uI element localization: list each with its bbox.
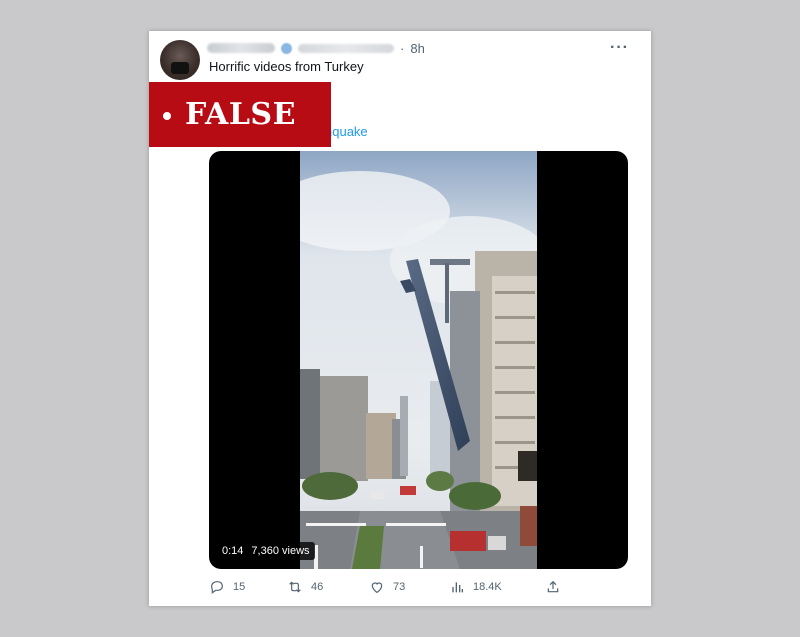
share-button[interactable] xyxy=(545,579,561,595)
verified-badge-icon xyxy=(281,42,292,54)
reply-button[interactable]: 15 xyxy=(209,579,245,595)
share-icon xyxy=(547,580,559,593)
video-duration: 0:14 xyxy=(222,545,244,557)
hashtag-link[interactable]: nquake xyxy=(325,124,368,139)
retweet-count: 46 xyxy=(311,581,324,593)
like-icon xyxy=(371,582,383,594)
bullet-dot xyxy=(163,111,171,120)
video-views: 7,360 views xyxy=(251,545,310,557)
display-name-blurred[interactable] xyxy=(207,43,275,53)
like-count: 73 xyxy=(393,581,406,593)
views-icon xyxy=(452,582,463,593)
more-dots-icon[interactable]: ··· xyxy=(610,39,629,57)
retweet-button[interactable]: 46 xyxy=(287,579,323,595)
retweet-icon xyxy=(289,581,301,593)
verdict-text: FALSE xyxy=(185,97,296,132)
video-frame xyxy=(300,151,537,569)
reply-count: 15 xyxy=(233,581,246,593)
tweet-text: Horrific videos from Turkey xyxy=(209,59,364,74)
tweet-card: · 8h ··· Horrific videos from Turkey nqu… xyxy=(149,31,651,606)
video-player[interactable]: 0:14 7,360 views xyxy=(209,151,628,569)
views-count: 18.4K xyxy=(473,581,502,593)
video-stats: 0:14 7,360 views xyxy=(217,542,315,560)
avatar[interactable] xyxy=(160,40,200,80)
like-button[interactable]: 73 xyxy=(369,579,405,595)
views-button[interactable]: 18.4K xyxy=(449,579,502,595)
false-verdict-banner: FALSE xyxy=(149,82,331,147)
action-bar: 15 46 73 18.4K xyxy=(209,579,569,599)
handle-blurred[interactable] xyxy=(298,43,394,53)
tweet-header: · 8h xyxy=(207,39,425,57)
reply-icon xyxy=(211,581,223,594)
tweet-time[interactable]: 8h xyxy=(410,41,424,56)
